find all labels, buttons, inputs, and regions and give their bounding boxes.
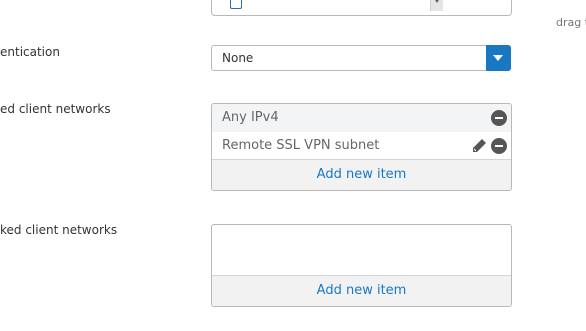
- chevron-down-icon: [493, 55, 503, 61]
- top-list-widget: [211, 0, 512, 16]
- pencil-icon[interactable]: [471, 138, 487, 154]
- blocked-networks-list: Add new item: [211, 224, 512, 307]
- checkbox[interactable]: [230, 0, 242, 9]
- permitted-networks-label: ed client networks: [0, 102, 111, 116]
- authentication-value: None: [222, 51, 254, 65]
- list-item[interactable]: Remote SSL VPN subnet: [212, 132, 511, 160]
- list-item-text: Any IPv4: [222, 110, 279, 125]
- list-item[interactable]: Any IPv4: [212, 104, 511, 132]
- authentication-select[interactable]: None: [211, 45, 511, 71]
- add-new-item-button[interactable]: Add new item: [212, 159, 511, 190]
- add-new-item-button[interactable]: Add new item: [212, 275, 511, 306]
- blocked-networks-label: ked client networks: [0, 223, 118, 237]
- scroll-handle[interactable]: [430, 0, 443, 11]
- remove-icon[interactable]: [491, 110, 507, 126]
- permitted-networks-list: Any IPv4 Remote SSL VPN subnet Add new i…: [211, 103, 512, 191]
- remove-icon[interactable]: [491, 138, 507, 154]
- list-item-text: Remote SSL VPN subnet: [222, 138, 380, 153]
- chevron-down-icon: [435, 0, 439, 3]
- dropdown-button[interactable]: [486, 45, 511, 71]
- drag-hint: drag t: [556, 16, 586, 29]
- authentication-label: entication: [0, 45, 60, 59]
